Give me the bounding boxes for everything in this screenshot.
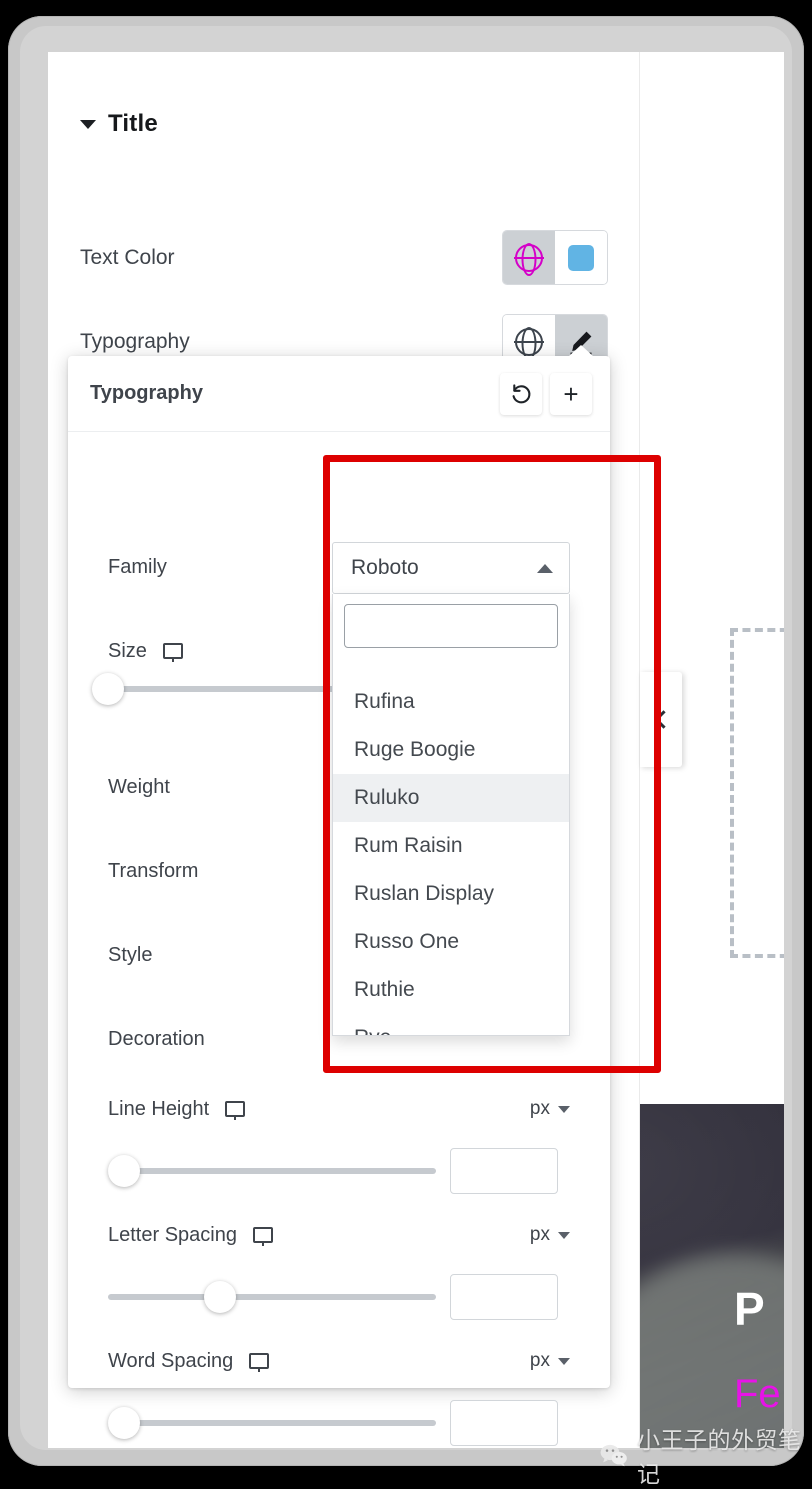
size-label: Size (108, 640, 183, 663)
font-option-label: Rum Raisin (354, 834, 463, 857)
typography-popup: Typography + Family Size Weight Transfor… (68, 345, 610, 1446)
editor-panel: Title Text Color Typography Typography +… (48, 52, 661, 1448)
watermark-text: 小王子的外贸笔记 (637, 1428, 802, 1488)
font-option[interactable]: Ruge Boogie (333, 726, 569, 774)
chevron-down-icon (558, 1105, 570, 1113)
font-option[interactable]: Rum Raisin (333, 822, 569, 870)
size-slider-thumb[interactable] (92, 673, 124, 705)
chevron-left-icon (653, 710, 673, 729)
decoration-label: Decoration (108, 1027, 205, 1050)
line-height-input[interactable] (450, 1148, 558, 1194)
font-option[interactable]: Ruluko (333, 774, 569, 822)
color-swatch (568, 244, 594, 271)
monitor-icon[interactable] (162, 643, 183, 659)
text-color-swatch-button[interactable] (555, 231, 607, 284)
typography-label: Typography (80, 329, 190, 353)
monitor-icon[interactable] (252, 1227, 273, 1243)
hero-line-1: Fe (734, 1372, 781, 1416)
field-row-letter-spacing: Letter Spacing px (108, 1218, 570, 1252)
monitor-icon[interactable] (225, 1101, 246, 1117)
style-label: Style (108, 943, 153, 966)
line-height-slider-track[interactable] (108, 1155, 436, 1187)
letter-spacing-slider-track[interactable] (108, 1281, 436, 1313)
section-header-title[interactable]: Title (80, 110, 158, 138)
font-option-label: Ruslan Display (354, 882, 495, 905)
hero-heading: P (734, 1283, 765, 1335)
font-option-label: Ruluko (354, 786, 420, 809)
font-option-label: Ruge Boogie (354, 738, 476, 761)
font-search-input[interactable] (344, 604, 558, 648)
chevron-down-icon (558, 1231, 570, 1239)
font-option-label: Rufina (354, 690, 415, 713)
line-height-slider-row (108, 1148, 570, 1194)
preview-panel: P Fe Fe (640, 52, 784, 1448)
font-search-wrapper (333, 594, 569, 656)
word-spacing-label: Word Spacing (108, 1350, 270, 1373)
weight-label: Weight (108, 775, 170, 798)
word-spacing-slider-thumb[interactable] (108, 1407, 141, 1439)
control-row-text-color: Text Color (80, 230, 608, 285)
font-option-label: Russo One (354, 930, 460, 953)
line-height-label: Line Height (108, 1098, 246, 1121)
font-option-list: Ruda Rufina Ruge Boogie Ruluko Rum Raisin Rus… (333, 656, 569, 1035)
globe-icon (515, 243, 543, 272)
font-family-selected-value: Roboto (351, 556, 419, 579)
line-height-unit-select[interactable]: px (530, 1098, 570, 1120)
letter-spacing-input[interactable] (450, 1274, 558, 1320)
font-option[interactable]: Ruda (333, 656, 569, 678)
word-spacing-input[interactable] (450, 1400, 558, 1446)
app-viewport: Title Text Color Typography Typography +… (48, 52, 784, 1448)
letter-spacing-slider-thumb[interactable] (203, 1281, 236, 1313)
letter-spacing-unit-select[interactable]: px (530, 1224, 570, 1246)
transform-label: Transform (108, 859, 199, 882)
text-color-global-button[interactable] (503, 231, 555, 284)
caret-down-icon[interactable] (80, 119, 96, 129)
device-frame: Title Text Color Typography Typography +… (8, 16, 804, 1466)
font-option-label: Rye (354, 1026, 391, 1035)
wechat-icon (600, 1443, 628, 1467)
word-spacing-slider-track[interactable] (108, 1407, 436, 1439)
text-color-label: Text Color (80, 245, 175, 269)
letter-spacing-label: Letter Spacing (108, 1224, 273, 1247)
typography-popup-header: Typography + (68, 356, 610, 432)
chevron-down-icon (558, 1357, 570, 1365)
panel-collapse-handle[interactable] (640, 672, 682, 767)
plus-icon[interactable]: + (550, 372, 592, 415)
watermark: 小王子的外贸笔记 (600, 1421, 812, 1489)
line-height-slider-thumb[interactable] (108, 1155, 141, 1187)
field-row-line-height: Line Height px (108, 1092, 570, 1126)
dashed-drop-placeholder[interactable] (730, 628, 784, 958)
font-option[interactable]: Russo One (333, 918, 569, 966)
word-spacing-unit-select[interactable]: px (530, 1350, 570, 1372)
font-option-label: Ruthie (354, 978, 415, 1001)
font-option[interactable]: Rufina (333, 678, 569, 726)
font-family-select: Roboto Ruda Rufina Ruge Boogie Ruluko Rum Ra… (332, 542, 570, 1036)
page-title: Title (108, 110, 158, 137)
text-color-toggle-group (502, 230, 608, 285)
font-option[interactable]: Rye (333, 1014, 569, 1035)
caret-up-icon (537, 563, 553, 573)
field-row-word-spacing: Word Spacing px (108, 1344, 570, 1378)
popup-title: Typography (90, 382, 203, 404)
letter-spacing-slider-row (108, 1274, 570, 1320)
globe-icon (515, 327, 543, 356)
hero-image: P Fe Fe (640, 1104, 784, 1448)
typography-popup-body: Family Size Weight Transform Style Decor… (68, 432, 610, 1446)
word-spacing-slider-row (108, 1400, 570, 1446)
popup-actions: + (500, 372, 592, 415)
monitor-icon[interactable] (249, 1353, 270, 1369)
family-label: Family (108, 555, 167, 578)
font-option[interactable]: Ruthie (333, 966, 569, 1014)
font-family-select-display[interactable]: Roboto (332, 542, 570, 594)
font-family-dropdown: Ruda Rufina Ruge Boogie Ruluko Rum Raisin Rus… (332, 594, 570, 1036)
reset-icon[interactable] (500, 372, 542, 415)
font-option[interactable]: Ruslan Display (333, 870, 569, 918)
